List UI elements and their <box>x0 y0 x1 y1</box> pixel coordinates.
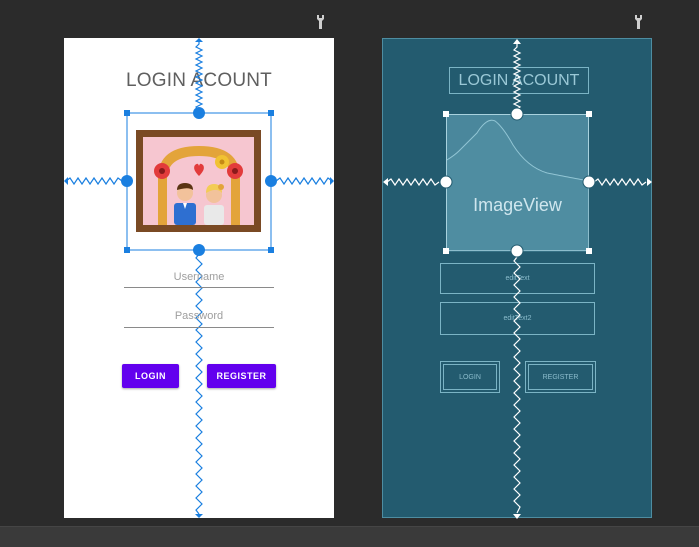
register-button[interactable]: REGISTER <box>207 364 276 388</box>
wrench-icon[interactable] <box>632 14 646 30</box>
blueprint-constraints <box>383 39 652 519</box>
username-field[interactable]: Username <box>124 271 274 283</box>
username-underline <box>124 287 274 288</box>
password-field[interactable]: Password <box>124 310 274 322</box>
wrench-icon[interactable] <box>314 14 328 30</box>
design-surface[interactable]: LOGIN ACOUNT Username Password LOGIN REG… <box>64 38 334 518</box>
password-underline <box>124 327 274 328</box>
blueprint-surface[interactable]: LOGIN ACOUNT ImageView editText editText… <box>382 38 652 519</box>
login-button[interactable]: LOGIN <box>122 364 179 388</box>
bottom-status-bar <box>0 526 699 547</box>
